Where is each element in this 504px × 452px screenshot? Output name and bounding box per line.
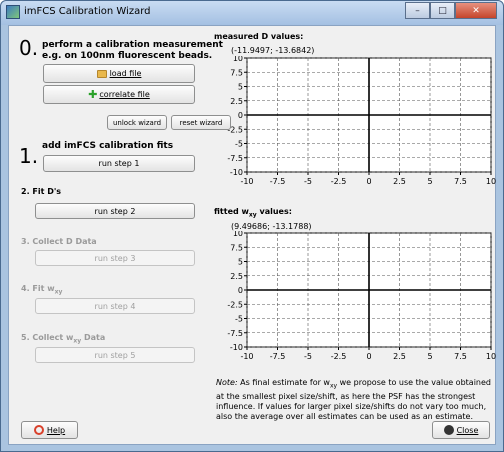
plot1-x-tick-label: 0 xyxy=(366,177,371,186)
help-button[interactable]: Help xyxy=(21,421,78,439)
plot2-x-tick-label: -2.5 xyxy=(331,352,347,361)
plot1-y-tick-label: -10 xyxy=(230,168,243,177)
plot1-x-tick-label: 7.5 xyxy=(454,177,467,186)
step0-text-line1: perform a calibration measurement xyxy=(42,40,223,50)
plot1-x-tick-label: -7.5 xyxy=(270,177,286,186)
plot1-x-tick-label: 10 xyxy=(486,177,496,186)
plot2-x-tick-label: -5 xyxy=(304,352,312,361)
plot2-y-tick-label: 5 xyxy=(238,258,243,267)
plot2-x-tick-label: 10 xyxy=(486,352,496,361)
step3-heading: 3. Collect D Data xyxy=(21,237,97,246)
close-button[interactable]: Close xyxy=(432,421,490,439)
plot2-y-tick-label: 7.5 xyxy=(230,243,243,252)
plot1-title: measured D values: xyxy=(214,32,304,41)
plot1-coord-readout: (-11.9497; -13.6842) xyxy=(231,46,315,55)
help-label: Help xyxy=(46,425,66,435)
folder-icon xyxy=(96,69,107,78)
plot2-x-tick-label: -10 xyxy=(240,352,253,361)
plot2-x-tick-label: 0 xyxy=(366,352,371,361)
plot2-title-sub: xy xyxy=(248,211,257,219)
close-window-button[interactable]: ✕ xyxy=(455,2,497,19)
plot1-svg: -10 -7.5 -5 -2.5 0 2.5 5 7.5 10 10 7.5 5 2.5 0 -2.5 -5 -… xyxy=(227,54,496,186)
unlock-wizard-button[interactable]: unlock wizard xyxy=(107,115,167,130)
wizard-body: 0. perform a calibration measurement e.g… xyxy=(8,25,496,445)
plot2-y-tick-label: -5 xyxy=(235,315,243,324)
note-prefix: Note: xyxy=(216,378,238,387)
plot2-title-pre: fitted w xyxy=(214,207,249,216)
plot1-y-tick-label: 0 xyxy=(238,111,243,120)
plot1-x-tick-label: -10 xyxy=(240,177,253,186)
plot1-y-tick-label: -5 xyxy=(235,140,243,149)
step1-number: 1. xyxy=(19,144,39,168)
step4-heading: 4. Fit wxy xyxy=(21,284,62,296)
step5-heading-rest: Data xyxy=(81,333,106,342)
step1-text: add imFCS calibration fits xyxy=(42,141,174,151)
step5-heading-main: 5. Collect w xyxy=(21,333,74,342)
plot1-y-tick-label: -2.5 xyxy=(227,125,243,134)
plot1-x-tick-label: -2.5 xyxy=(331,177,347,186)
step2-heading: 2. Fit D's xyxy=(21,187,62,196)
run-step4-button[interactable]: run step 4 xyxy=(35,298,195,314)
plot2-title-post: values: xyxy=(256,207,292,216)
run-step2-button[interactable]: run step 2 xyxy=(35,203,195,219)
run-step5-button[interactable]: run step 5 xyxy=(35,347,195,363)
wizard-window: imFCS Calibration Wizard – □ ✕ 0. perfor… xyxy=(0,0,504,452)
run-step3-button[interactable]: run step 3 xyxy=(35,250,195,266)
step0-number: 0. xyxy=(19,36,39,60)
app-icon xyxy=(6,5,20,19)
plus-icon: ✚ xyxy=(88,88,98,101)
step0-text-line2: e.g. on 100nm fluorescent beads. xyxy=(42,51,213,61)
plot1-y-tick-label: 7.5 xyxy=(230,68,243,77)
note-text-a: As final estimate for w xyxy=(237,378,330,387)
power-icon xyxy=(443,425,454,435)
plot1-x-tick-label: -5 xyxy=(304,177,312,186)
window-controls: – □ ✕ xyxy=(405,2,497,19)
plot2-title: fitted wxy values: xyxy=(214,207,292,219)
plot2-coord-readout: (9.49686; -13.1788) xyxy=(231,222,312,231)
plot1-y-tick-label: 5 xyxy=(238,83,243,92)
note-text: Note: As final estimate for wxy we propo… xyxy=(216,378,494,422)
correlate-file-button[interactable]: ✚ correlate file xyxy=(43,85,195,104)
load-file-label: load file xyxy=(109,69,142,78)
plot2-chart[interactable]: -10 -7.5 -5 -2.5 0 2.5 5 7.5 10 10 7.5 5 2.5 0 -2.5 -5 -… xyxy=(209,229,499,371)
window-title: imFCS Calibration Wizard xyxy=(24,6,151,17)
plot2-y-tick-label: 2.5 xyxy=(230,272,243,281)
step4-heading-sub: xy xyxy=(54,288,63,296)
close-label: Close xyxy=(456,425,479,435)
help-icon xyxy=(33,425,44,435)
plot2-y-tick-label: 10 xyxy=(233,231,243,238)
plot2-y-tick-label: 0 xyxy=(238,286,243,295)
plot2-y-tick-label: -10 xyxy=(230,343,243,352)
title-bar[interactable]: imFCS Calibration Wizard – □ ✕ xyxy=(1,1,503,25)
plot1-y-tick-label: 2.5 xyxy=(230,97,243,106)
plot2-x-tick-label: 2.5 xyxy=(393,352,406,361)
correlate-file-label: correlate file xyxy=(99,90,150,99)
plot2-x-tick-label: -7.5 xyxy=(270,352,286,361)
plot2-y-tick-label: -7.5 xyxy=(227,329,243,338)
plot1-x-tick-label: 5 xyxy=(427,177,432,186)
step4-heading-main: 4. Fit w xyxy=(21,284,55,293)
plot1-y-tick-label: 10 xyxy=(233,56,243,63)
step5-heading: 5. Collect wxy Data xyxy=(21,333,105,345)
run-step1-button[interactable]: run step 1 xyxy=(43,155,195,172)
plot1-y-tick-label: -7.5 xyxy=(227,154,243,163)
plot2-x-tick-label: 7.5 xyxy=(454,352,467,361)
plot2-x-tick-label: 5 xyxy=(427,352,432,361)
plot2-svg: -10 -7.5 -5 -2.5 0 2.5 5 7.5 10 10 7.5 5 2.5 0 -2.5 -5 -… xyxy=(227,229,496,361)
minimize-button[interactable]: – xyxy=(405,2,430,19)
load-file-button[interactable]: load file xyxy=(43,64,195,83)
plot1-chart[interactable]: -10 -7.5 -5 -2.5 0 2.5 5 7.5 10 10 7.5 5 2.5 0 -2.5 -5 -… xyxy=(209,54,499,196)
plot2-y-tick-label: -2.5 xyxy=(227,300,243,309)
maximize-button[interactable]: □ xyxy=(430,2,455,19)
plot1-x-tick-label: 2.5 xyxy=(393,177,406,186)
